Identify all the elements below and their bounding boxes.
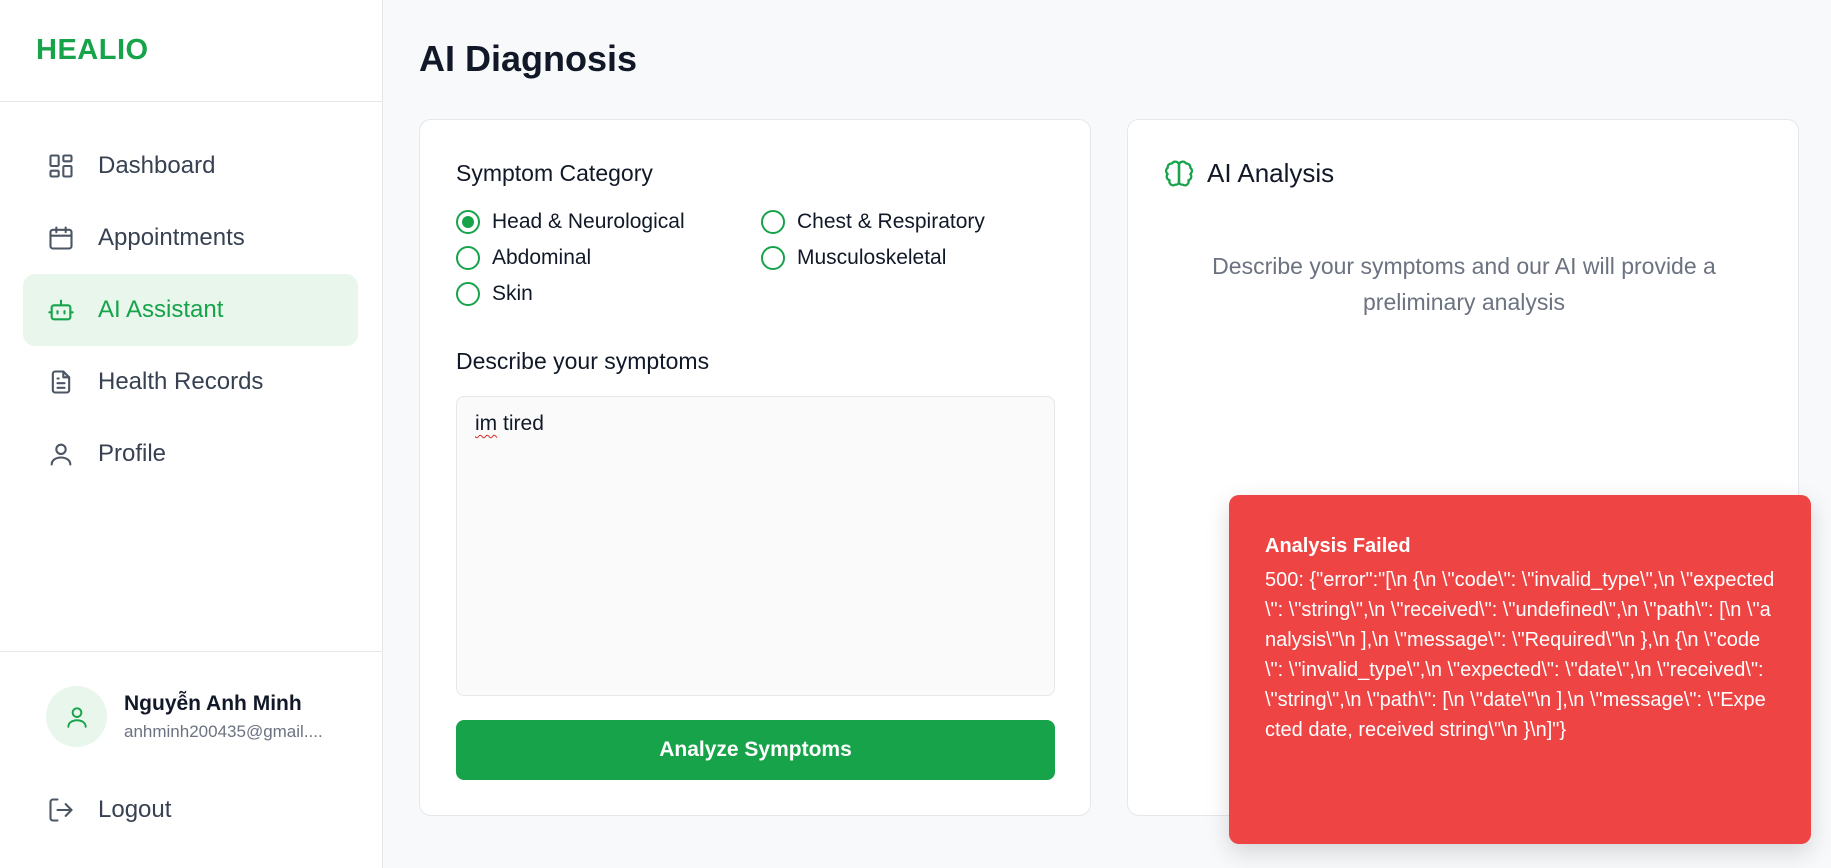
document-icon xyxy=(47,368,75,396)
radio-circle[interactable] xyxy=(456,246,480,270)
misspelled-word: im xyxy=(475,412,498,435)
logout-icon xyxy=(47,796,75,824)
ai-analysis-header: AI Analysis xyxy=(1164,158,1334,189)
ai-analysis-description: Describe your symptoms and our AI will p… xyxy=(1212,253,1716,315)
symptom-form-card: Symptom Category Head & Neurological Che… xyxy=(419,119,1091,816)
sidebar-item-label: Profile xyxy=(98,440,167,467)
brand-header: HEALIO xyxy=(0,0,382,102)
radio-circle[interactable] xyxy=(761,210,785,234)
brain-icon xyxy=(1165,160,1193,186)
toast-message: 500: {"error":"[\n {\n \"code\": \"inval… xyxy=(1265,569,1775,741)
user-email: anhminh200435@gmail.... xyxy=(124,721,323,741)
symptom-text: tired xyxy=(503,412,544,435)
radio-label: Chest & Respiratory xyxy=(797,210,985,233)
logout-button[interactable]: Logout xyxy=(47,796,171,824)
radio-label: Head & Neurological xyxy=(492,210,685,233)
user-icon xyxy=(47,440,75,468)
radio-circle[interactable] xyxy=(456,210,480,234)
radio-label: Abdominal xyxy=(492,246,592,269)
sidebar-item-dashboard[interactable]: Dashboard xyxy=(23,130,358,202)
sidebar-item-label: Appointments xyxy=(98,224,245,251)
toast-title: Analysis Failed xyxy=(1265,535,1411,557)
describe-symptoms-label: Describe your symptoms xyxy=(456,348,710,374)
user-icon xyxy=(66,706,87,728)
radio-label: Musculoskeletal xyxy=(797,246,947,269)
sidebar-item-label: Dashboard xyxy=(98,152,216,179)
calendar-icon xyxy=(47,224,75,252)
logout-label: Logout xyxy=(98,796,172,823)
page-title: AI Diagnosis xyxy=(419,38,638,79)
analyze-symptoms-button[interactable]: Analyze Symptoms xyxy=(456,720,1055,780)
symptom-category-label: Symptom Category xyxy=(456,160,653,186)
sidebar-item-health-records[interactable]: Health Records xyxy=(23,346,358,418)
radio-selected-dot xyxy=(462,216,474,228)
avatar xyxy=(46,686,107,747)
radio-abdominal[interactable]: Abdominal xyxy=(456,246,591,270)
radio-circle[interactable] xyxy=(456,282,480,306)
radio-label: Skin xyxy=(492,282,533,305)
sidebar-item-profile[interactable]: Profile xyxy=(23,418,358,490)
ai-analysis-title: AI Analysis xyxy=(1207,158,1335,188)
symptoms-textarea[interactable]: im tired xyxy=(456,396,1055,696)
radio-circle[interactable] xyxy=(761,246,785,270)
radio-chest-respiratory[interactable]: Chest & Respiratory xyxy=(761,210,985,234)
sidebar: HEALIO Dashboard Appointments AI Assista… xyxy=(0,0,383,868)
sidebar-footer: Nguyễn Anh Minh anhminh200435@gmail.... … xyxy=(0,651,382,868)
radio-head-neurological[interactable]: Head & Neurological xyxy=(456,210,685,234)
user-card: Nguyễn Anh Minh anhminh200435@gmail.... xyxy=(46,686,334,747)
bot-icon xyxy=(47,296,75,324)
sidebar-nav: Dashboard Appointments AI Assistant Heal… xyxy=(0,102,382,490)
error-toast[interactable]: Analysis Failed 500: {"error":"[\n {\n \… xyxy=(1229,495,1811,844)
dashboard-icon xyxy=(47,152,75,180)
radio-skin[interactable]: Skin xyxy=(456,282,533,306)
sidebar-item-appointments[interactable]: Appointments xyxy=(23,202,358,274)
sidebar-item-ai-assistant[interactable]: AI Assistant xyxy=(23,274,358,346)
radio-musculoskeletal[interactable]: Musculoskeletal xyxy=(761,246,946,270)
user-name: Nguyễn Anh Minh xyxy=(124,691,302,715)
app: HEALIO Dashboard Appointments AI Assista… xyxy=(0,0,1831,868)
brand-logo[interactable]: HEALIO xyxy=(36,34,149,67)
sidebar-item-label: Health Records xyxy=(98,368,264,395)
sidebar-item-label: AI Assistant xyxy=(98,296,224,323)
